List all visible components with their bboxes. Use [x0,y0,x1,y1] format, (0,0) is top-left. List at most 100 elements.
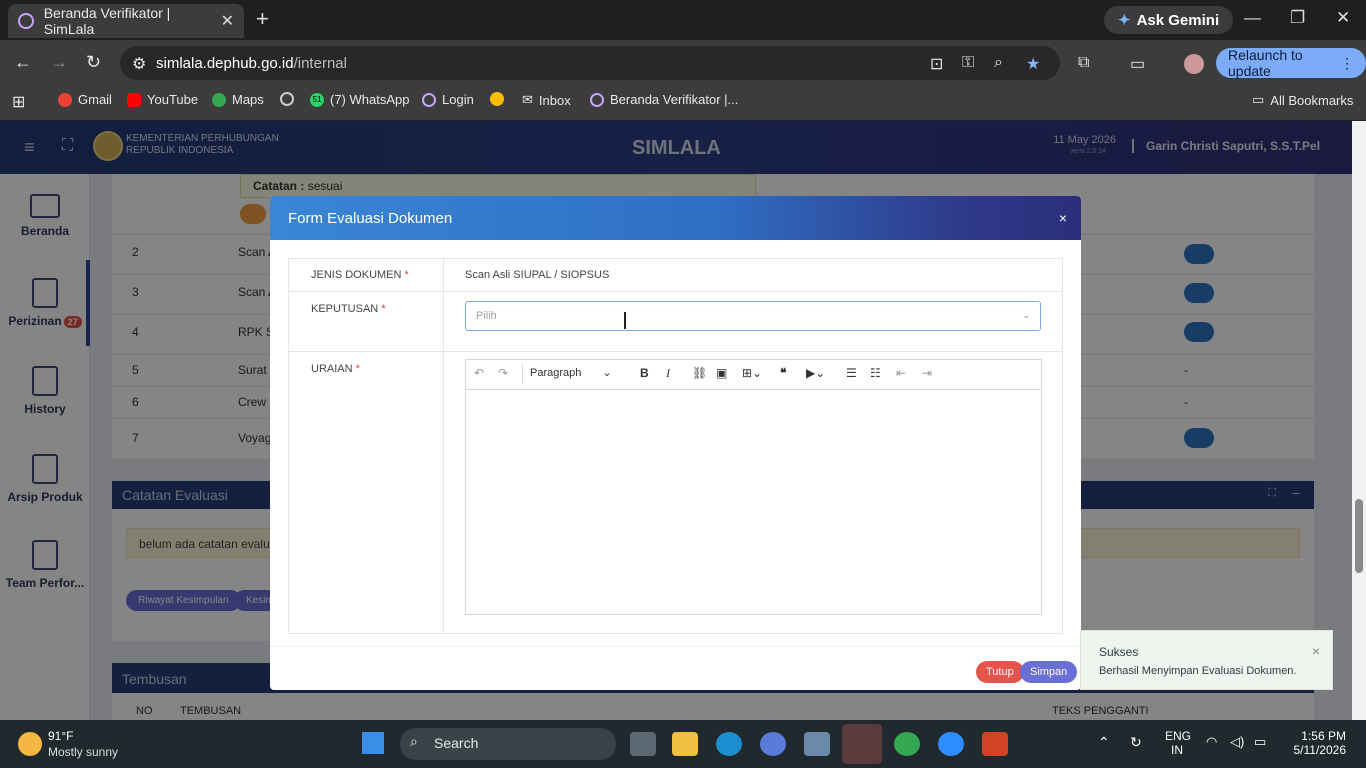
taskbar-search[interactable]: ⌕ Search [400,728,616,760]
all-bookmarks[interactable]: ▭ All Bookmarks [1252,92,1353,108]
weather-icon[interactable] [18,732,42,756]
blockquote-icon[interactable]: ❝ [780,366,786,380]
toast-close-icon[interactable]: × [1312,643,1320,659]
password-key-icon[interactable]: ⚿ [962,54,974,72]
gmail-icon [58,92,72,107]
form-divider [289,291,1062,292]
profile-avatar[interactable] [1184,54,1204,74]
sticky-notes-icon[interactable] [842,724,882,764]
table-icon[interactable]: ⊞⌄ [742,366,762,380]
browser-tab[interactable]: Beranda Verifikator | SimLala ✕ [8,4,244,38]
page-scrollbar[interactable] [1352,121,1366,720]
bulleted-list-icon[interactable]: ☰ [846,366,857,380]
back-icon[interactable]: ← [14,52,32,73]
battery-icon[interactable]: ▭ [1254,734,1266,750]
sync-icon[interactable]: ↻ [1130,734,1142,751]
task-view-icon[interactable] [630,732,656,756]
file-explorer-icon[interactable] [672,732,698,756]
minimize-icon[interactable]: — [1244,8,1261,28]
tray-chevron-icon[interactable]: ⌃ [1098,734,1110,751]
numbered-list-icon[interactable]: ☷ [870,366,881,380]
undo-icon[interactable]: ↶ [474,366,484,380]
form-divider [443,259,444,633]
new-tab-icon[interactable]: + [256,8,269,30]
toast-title: Sukses [1099,645,1139,659]
modal-close-icon[interactable]: × [1059,210,1067,226]
camera-icon[interactable] [804,732,830,756]
folder-icon: ▭ [1252,92,1265,107]
url-bar[interactable]: simlala.dephub.go.id/internal [120,46,1060,80]
uraian-rich-text-editor[interactable]: ↶ ↷ Paragraph ⌄ B I ⛓ ▣ ⊞⌄ ❝ ▶⌄ ☰ ☷ ⇤ ⇥ [465,359,1042,615]
bookmark-gmail[interactable]: Gmail [58,92,112,107]
maps-icon [212,92,226,107]
chrome-icon[interactable] [894,732,920,756]
url-path: /internal [293,54,347,72]
gemini-icon: ✦ [1118,12,1131,29]
site-info-icon[interactable]: ⚙ [132,54,146,74]
keputusan-label: KEPUTUSAN * [311,303,386,315]
italic-icon[interactable]: I [666,366,670,381]
tab-close-icon[interactable]: ✕ [221,11,234,31]
ask-gemini-button[interactable]: ✦ Ask Gemini [1104,6,1234,34]
relaunch-button[interactable]: Relaunch to update ⋮ [1216,47,1366,79]
forward-icon[interactable]: → [50,52,68,73]
volume-icon[interactable]: ◁) [1230,734,1244,750]
paragraph-dropdown[interactable]: Paragraph ⌄ [530,366,612,379]
link-icon[interactable]: ⛓ [692,366,707,380]
bold-icon[interactable]: B [640,366,649,380]
tab-title: Beranda Verifikator | SimLala [43,5,171,37]
bookmark-maps[interactable]: Maps [212,92,264,107]
modal-title: Form Evaluasi Dokumen [288,210,453,227]
outdent-icon[interactable]: ⇤ [896,366,906,380]
toolbar-separator [522,364,523,384]
weather-text[interactable]: Mostly sunny [48,745,118,759]
window-close-icon[interactable]: ✕ [1336,8,1350,28]
bookmark-inbox[interactable]: ✉ Inbox [522,92,571,108]
evaluation-form: JENIS DOKUMEN * Scan Asli SIUPAL / SIOPS… [288,258,1063,634]
redo-icon[interactable]: ↷ [498,366,508,380]
simpan-button[interactable]: Simpan [1020,661,1078,683]
bookmark-whatsapp[interactable]: 51 (7) WhatsApp [310,92,409,107]
windows-start-icon[interactable] [362,732,384,754]
toast-message: Berhasil Menyimpan Evaluasi Dokumen. [1099,665,1297,677]
tutup-button[interactable]: Tutup [976,661,1024,683]
edge-icon[interactable] [716,732,742,756]
image-upload-icon[interactable]: ▣ [716,366,727,380]
wifi-icon[interactable]: ◠ [1206,734,1217,750]
bookmark-globe[interactable] [280,92,294,106]
extensions-icon[interactable]: ⧉ [1078,54,1089,72]
maximize-icon[interactable]: ❐ [1290,8,1305,28]
bookmark-star-icon[interactable]: ★ [1026,54,1040,74]
modal-header: Form Evaluasi Dokumen × [270,196,1081,240]
indent-icon[interactable]: ⇥ [922,366,932,380]
app-icon[interactable] [760,732,786,756]
pinwheel-icon [490,92,504,106]
search-icon: ⌕ [410,733,418,749]
uraian-label: URAIAN * [311,363,360,375]
apps-grid-icon[interactable]: ⊞ [12,92,25,112]
bookmark-pinwheel[interactable] [490,92,504,106]
more-menu-icon: ⋮ [1340,54,1354,71]
weather-temp[interactable]: 91°F [48,729,73,743]
install-app-icon[interactable]: ⊡ [930,54,943,74]
tab-favicon-icon [18,13,34,29]
powerpoint-icon[interactable] [982,732,1008,756]
youtube-icon [127,92,141,107]
editor-toolbar: ↶ ↷ Paragraph ⌄ B I ⛓ ▣ ⊞⌄ ❝ ▶⌄ ☰ ☷ ⇤ ⇥ [466,360,1041,390]
keputusan-select[interactable]: Pilih ⌄ [465,301,1041,331]
bookmark-beranda[interactable]: Beranda Verifikator |... [590,92,738,107]
scrollbar-thumb[interactable] [1355,499,1363,573]
cast-icon[interactable]: ▭ [1130,54,1145,74]
chevron-down-icon: ⌄ [1022,310,1030,320]
clock[interactable]: 1:56 PM 5/11/2026 [1290,729,1347,757]
form-divider [289,351,1062,352]
zoom-icon[interactable]: ⌕ [994,54,1003,72]
text-cursor-icon [624,312,630,329]
login-icon [422,92,436,107]
zoom-app-icon[interactable] [938,732,964,756]
bookmark-login[interactable]: Login [422,92,474,107]
language-indicator[interactable]: ENG IN [1165,729,1191,757]
reload-icon[interactable]: ↻ [86,52,101,73]
media-embed-icon[interactable]: ▶⌄ [806,366,825,380]
bookmark-youtube[interactable]: YouTube [127,92,198,107]
